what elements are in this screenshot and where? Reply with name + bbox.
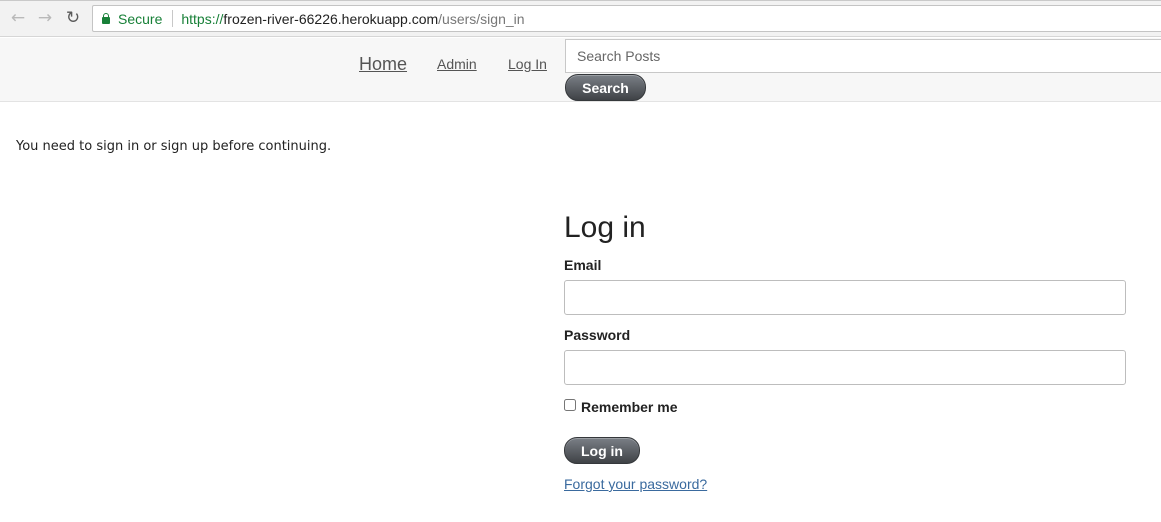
address-separator [172, 10, 174, 27]
email-label: Email [564, 257, 602, 273]
back-arrow-icon[interactable]: ← [8, 8, 28, 28]
secure-label: Secure [118, 10, 163, 27]
password-label: Password [564, 327, 631, 343]
forgot-password-link[interactable]: Forgot your password? [564, 476, 707, 492]
url-path: /users/sign_in [438, 10, 525, 27]
nav-login-link[interactable]: Log In [508, 56, 547, 72]
browser-toolbar: ← → ↻ Secure https://frozen-river-66226.… [0, 0, 1161, 37]
search-input[interactable] [565, 39, 1161, 73]
search-button[interactable]: Search [565, 74, 646, 101]
page-title: Log in [564, 211, 646, 244]
flash-message: You need to sign in or sign up before co… [16, 139, 332, 154]
tab-strip-edge [0, 0, 1161, 1]
remember-me-label[interactable]: Remember me [581, 399, 678, 415]
url-text[interactable]: https://frozen-river-66226.herokuapp.com… [181, 11, 524, 27]
forward-arrow-icon[interactable]: → [35, 8, 55, 28]
lock-icon [102, 13, 110, 24]
site-header: Home Admin Log In Search [0, 38, 1161, 102]
url-scheme: https:// [181, 10, 224, 27]
email-field[interactable] [564, 280, 1126, 315]
log-in-button[interactable]: Log in [564, 437, 640, 464]
url-domain: frozen-river-66226.herokuapp.com [223, 10, 439, 27]
nav-admin-link[interactable]: Admin [437, 56, 477, 72]
password-field[interactable] [564, 350, 1126, 385]
nav-home-link[interactable]: Home [359, 54, 407, 75]
remember-me-checkbox[interactable] [564, 399, 576, 411]
reload-icon[interactable]: ↻ [63, 8, 83, 28]
address-bar[interactable]: Secure https://frozen-river-66226.heroku… [92, 5, 1161, 32]
